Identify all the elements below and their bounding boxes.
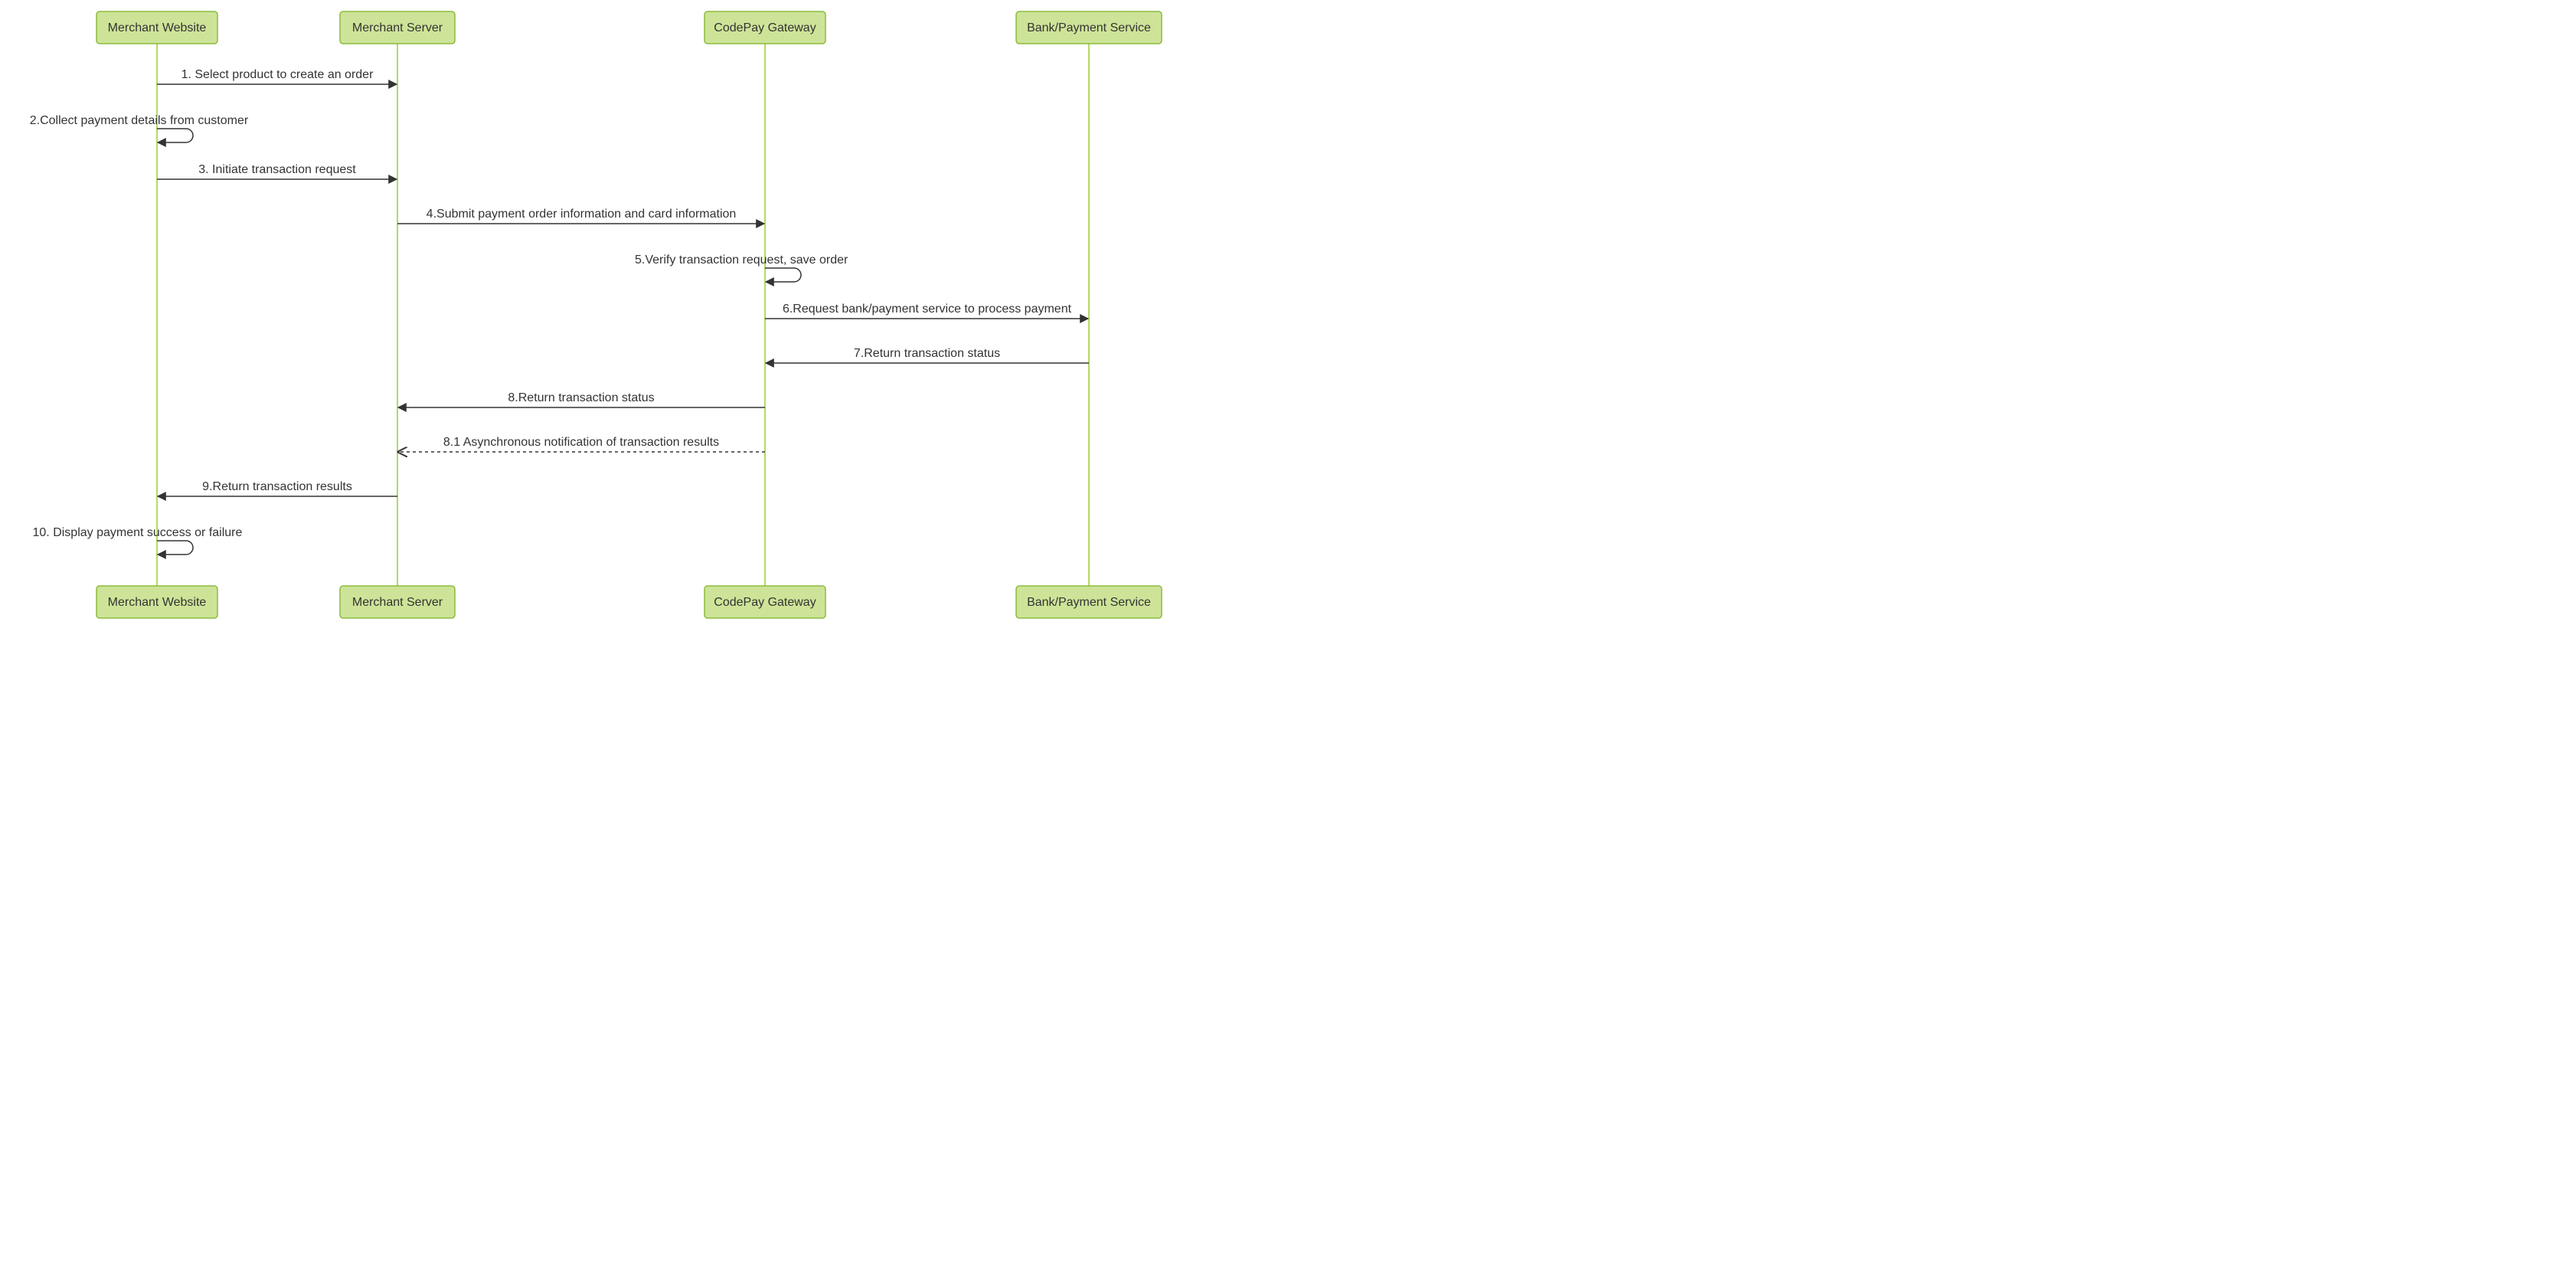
message-self-loop-4 (765, 268, 801, 282)
sequence-diagram: Merchant Website Merchant Server CodePay G… (0, 0, 1288, 638)
message-label-7: 8.Return transaction status (508, 391, 654, 404)
message-label-3: 4.Submit payment order information and c… (427, 208, 737, 221)
actor-bottom-label-merchant_website: Merchant Website (108, 596, 207, 609)
message-label-1: 2.Collect payment details from customer (30, 114, 249, 127)
actor-top-label-bank_service: Bank/Payment Service (1027, 21, 1151, 34)
actor-top-label-codepay_gateway: CodePay Gateway (714, 21, 816, 34)
message-label-2: 3. Initiate transaction request (198, 163, 356, 176)
message-label-4: 5.Verify transaction request, save order (635, 254, 848, 267)
actor-bottom-label-codepay_gateway: CodePay Gateway (714, 596, 816, 609)
message-label-6: 7.Return transaction status (854, 347, 1000, 360)
actor-bottom-label-bank_service: Bank/Payment Service (1027, 596, 1151, 609)
message-self-loop-1 (157, 129, 193, 142)
actor-bottom-label-merchant_server: Merchant Server (352, 596, 443, 609)
message-label-0: 1. Select product to create an order (181, 68, 374, 81)
message-self-loop-10 (157, 541, 193, 555)
message-label-5: 6.Request bank/payment service to proces… (783, 303, 1072, 316)
message-label-10: 10. Display payment success or failure (33, 526, 243, 539)
message-label-8: 8.1 Asynchronous notification of transac… (443, 436, 719, 449)
actor-top-label-merchant_website: Merchant Website (108, 21, 207, 34)
message-label-9: 9.Return transaction results (202, 480, 352, 493)
actor-top-label-merchant_server: Merchant Server (352, 21, 443, 34)
